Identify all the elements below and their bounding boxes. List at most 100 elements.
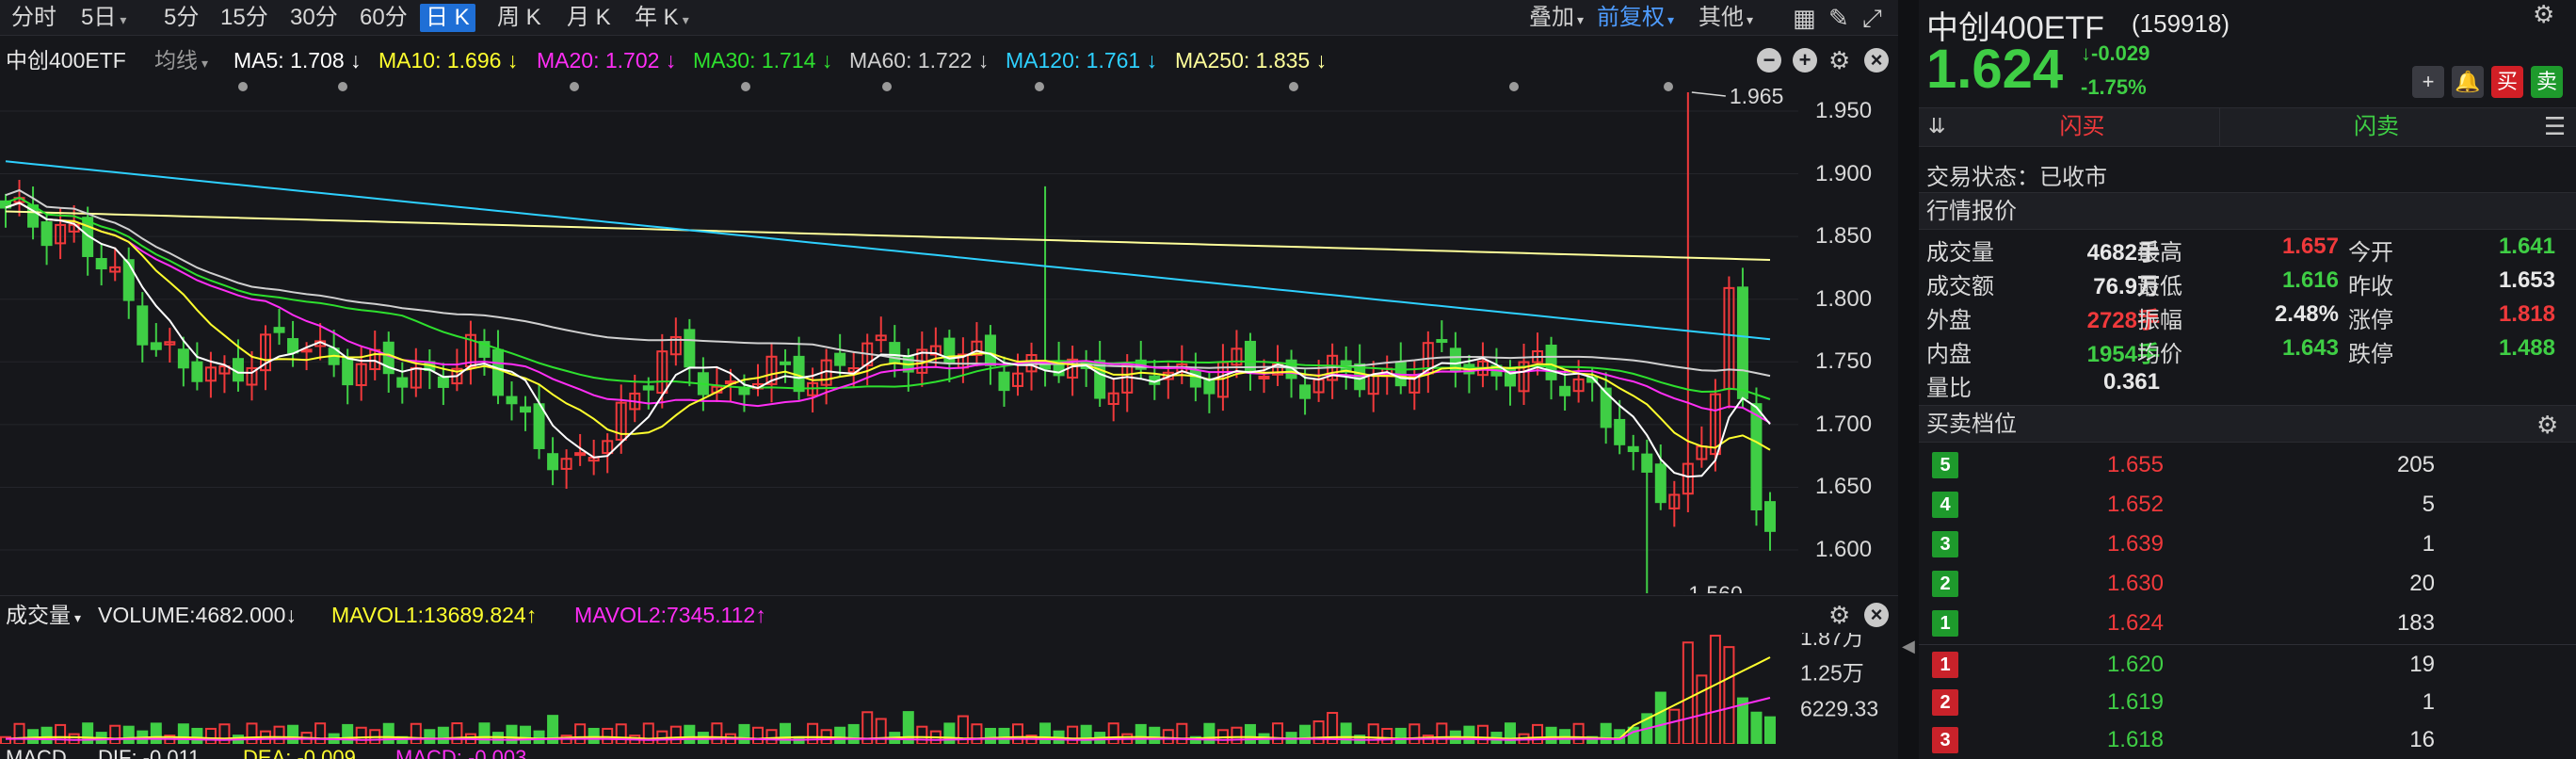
tf-60min[interactable]: 60分 bbox=[354, 4, 413, 32]
volume-bar bbox=[1682, 641, 1694, 744]
volume-bar bbox=[1080, 724, 1092, 744]
volume-bar bbox=[1176, 722, 1188, 744]
chevron-down-icon: ▾ bbox=[201, 56, 209, 71]
change-amount: -0.029 bbox=[2091, 41, 2150, 65]
tf-day[interactable]: 日 K bbox=[420, 4, 475, 32]
ma10-legend: MA10: 1.696 ↓ bbox=[378, 48, 519, 73]
candle-body bbox=[780, 361, 792, 365]
add-indicator-icon[interactable]: + bbox=[1793, 48, 1817, 73]
volume-bar bbox=[13, 722, 25, 744]
add-watchlist-icon[interactable]: + bbox=[2412, 66, 2444, 98]
orderbook-section-title: 买卖档位 bbox=[1926, 412, 2017, 437]
stat-label: 最低 bbox=[2137, 274, 2182, 299]
chevron-down-icon: ▾ bbox=[1577, 12, 1585, 27]
volume-bar bbox=[1572, 722, 1585, 744]
bid-row[interactable]: 2 1.619 1 bbox=[1919, 684, 2576, 721]
volume-bar bbox=[916, 725, 928, 744]
volume-bar bbox=[1107, 722, 1119, 744]
volume-bar bbox=[382, 722, 394, 744]
ask-row[interactable]: 1 1.624 183 bbox=[1919, 605, 2576, 642]
ma-selector-label: 均线 bbox=[154, 48, 198, 73]
candle-body bbox=[1299, 384, 1312, 399]
adjust-menu[interactable]: 前复权 ▾ bbox=[1597, 4, 1674, 32]
ma-selector[interactable]: 均线 ▾ bbox=[154, 41, 208, 82]
buy-icon[interactable]: 买 bbox=[2491, 66, 2523, 98]
volume-bar bbox=[451, 722, 463, 744]
volume-bar bbox=[150, 722, 162, 744]
low-annotation: 1.560 bbox=[1688, 582, 1743, 593]
grid-layout-icon[interactable]: ▦ bbox=[1793, 4, 1816, 32]
tf-5day[interactable]: 5日 ▾ bbox=[75, 4, 132, 32]
gear-icon[interactable]: ⚙ bbox=[1828, 596, 1850, 634]
ask-row[interactable]: 3 1.639 1 bbox=[1919, 525, 2576, 563]
other-menu[interactable]: 其他 ▾ bbox=[1699, 4, 1753, 32]
chevron-left-icon[interactable]: ◀ bbox=[1902, 637, 1915, 656]
volume-bar bbox=[478, 722, 491, 744]
ma5-legend: MA5: 1.708 ↓ bbox=[233, 48, 362, 73]
ask-row[interactable]: 4 1.652 5 bbox=[1919, 486, 2576, 524]
tf-5min[interactable]: 5分 bbox=[158, 4, 204, 32]
collapse-down-icon[interactable]: ⇊ bbox=[1928, 114, 1945, 138]
chart-panel: 分时 5日 ▾ 5分 15分 30分 60分 日 K 周 K 月 K 年 K ▾ 叠… bbox=[0, 0, 1898, 759]
ma-legend-bar: 中创400ETF 均线 ▾ MA5: 1.708 ↓ MA10: 1.696 ↓ … bbox=[0, 41, 1898, 79]
candle-body bbox=[834, 352, 846, 366]
level-volume: 205 bbox=[2396, 452, 2435, 477]
tf-15min[interactable]: 15分 bbox=[215, 4, 274, 32]
menu-icon[interactable]: ☰ bbox=[2544, 112, 2566, 141]
candlestick-chart[interactable]: 1.965 1.560 bbox=[0, 79, 1798, 593]
sell-icon[interactable]: 卖 bbox=[2531, 66, 2563, 98]
volume-bar bbox=[971, 723, 983, 744]
volume-bar bbox=[1764, 716, 1776, 744]
tf-intraday[interactable]: 分时 bbox=[6, 4, 62, 32]
high-annotation-arrow bbox=[1691, 91, 1726, 97]
volume-bar bbox=[1668, 708, 1681, 744]
flash-buy-button[interactable]: 闪买 bbox=[1945, 108, 2220, 146]
stat-value: 2.48% bbox=[2274, 301, 2339, 327]
volume-chart[interactable]: 1.87万 1.25万 6229.33 bbox=[0, 633, 1898, 744]
bid-row[interactable]: 1 1.620 19 bbox=[1919, 646, 2576, 684]
tf-week[interactable]: 周 K bbox=[491, 4, 547, 32]
volume-bar bbox=[520, 725, 532, 744]
tf-year[interactable]: 年 K ▾ bbox=[629, 4, 695, 32]
price-tick: 1.800 bbox=[1815, 285, 1873, 312]
stat-label: 振幅 bbox=[2137, 308, 2182, 333]
fullscreen-icon[interactable]: ⤢ bbox=[1862, 4, 1882, 32]
level-price: 1.619 bbox=[2106, 689, 2164, 715]
bell-icon[interactable]: 🔔 bbox=[2452, 66, 2484, 98]
draw-pen-icon[interactable]: ✎ bbox=[1828, 4, 1849, 32]
stat-value: 1.616 bbox=[2281, 267, 2339, 293]
event-marker bbox=[741, 82, 750, 91]
change-percent: -1.75% bbox=[2081, 75, 2147, 99]
candle-body bbox=[491, 348, 504, 396]
volume-selector[interactable]: 成交量 ▾ bbox=[6, 596, 81, 637]
volume-bar bbox=[1750, 711, 1763, 744]
macd-legend-bar: MACD DIF: -0.011 DEA: -0.009 MACD: -0.00… bbox=[0, 744, 1898, 759]
volume-bar bbox=[437, 726, 449, 744]
volume-bar bbox=[1299, 724, 1312, 744]
close-icon[interactable]: × bbox=[1864, 48, 1889, 73]
level-price: 1.639 bbox=[2106, 531, 2164, 557]
ask-row[interactable]: 5 1.655 205 bbox=[1919, 446, 2576, 484]
tf-30min[interactable]: 30分 bbox=[284, 4, 344, 32]
volume-bar bbox=[1463, 725, 1475, 744]
ask-row[interactable]: 2 1.630 20 bbox=[1919, 565, 2576, 603]
dea-value: DEA: -0.009 bbox=[243, 746, 356, 759]
flash-sell-button[interactable]: 闪卖 bbox=[2222, 108, 2531, 146]
stat-label: 均价 bbox=[2137, 342, 2182, 367]
volume-bar bbox=[218, 723, 231, 744]
close-icon[interactable]: × bbox=[1864, 603, 1889, 627]
price-axis: 1.950 1.900 1.850 1.800 1.750 1.700 1.650 1.600 bbox=[1798, 79, 1898, 593]
gear-icon[interactable]: ⚙ bbox=[2533, 0, 2554, 29]
overlay-menu[interactable]: 叠加 ▾ bbox=[1529, 4, 1584, 32]
candle-body bbox=[137, 305, 149, 346]
candle-body bbox=[342, 357, 354, 386]
gear-icon[interactable]: ⚙ bbox=[1828, 41, 1850, 79]
panel-divider[interactable]: ◀ bbox=[1898, 0, 1919, 759]
bid-row[interactable]: 3 1.618 16 bbox=[1919, 721, 2576, 759]
volume-bar bbox=[1696, 674, 1708, 744]
volume-bar bbox=[1244, 723, 1256, 744]
tf-month[interactable]: 月 K bbox=[561, 4, 617, 32]
collapse-icon[interactable]: − bbox=[1757, 48, 1781, 73]
gear-icon[interactable]: ⚙ bbox=[2536, 406, 2558, 444]
level-badge: 2 bbox=[1932, 571, 1958, 597]
